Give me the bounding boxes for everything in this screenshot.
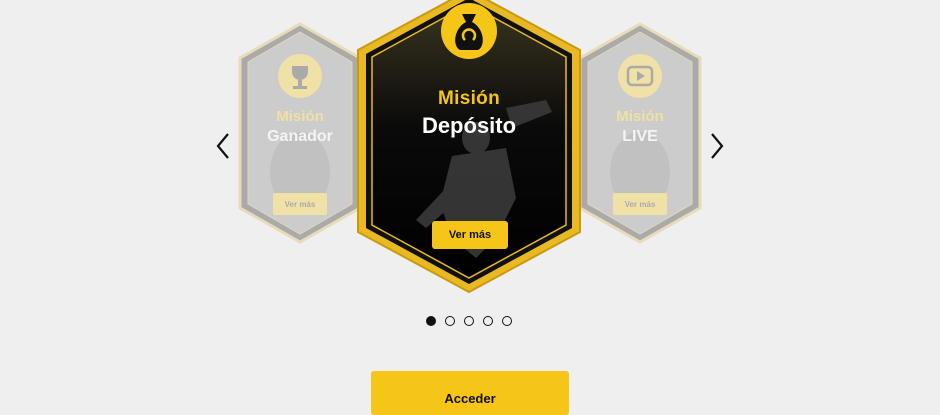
missions-carousel: Misión Ganador Ver más Misión LIVE Ver m… [0, 0, 940, 415]
ver-mas-button[interactable]: Ver más [613, 193, 667, 215]
money-bag-icon [440, 2, 498, 60]
trophy-icon [276, 52, 324, 100]
pagination-dot[interactable] [483, 316, 493, 326]
mission-card-title-1: Misión [438, 88, 500, 109]
mission-card-title-2: Depósito [421, 113, 517, 138]
mission-card-ganador[interactable]: Misión Ganador Ver más [238, 22, 362, 244]
mission-card-title-1: Misión [616, 108, 664, 125]
access-button[interactable]: Acceder [371, 371, 569, 415]
play-icon [616, 52, 664, 100]
carousel-next-arrow[interactable] [704, 130, 728, 162]
mission-card-deposito[interactable]: Misión Depósito Ver más [356, 0, 582, 294]
mission-card-title-2: Ganador [267, 128, 333, 145]
mission-card-title-2: LIVE [622, 128, 658, 145]
chevron-right-icon [711, 133, 724, 159]
carousel-pagination [426, 316, 512, 326]
mission-card-live[interactable]: Misión LIVE Ver más [578, 22, 702, 244]
ver-mas-button[interactable]: Ver más [273, 193, 327, 215]
ver-mas-button[interactable]: Ver más [432, 221, 508, 249]
pagination-dot[interactable] [464, 316, 474, 326]
pagination-dot[interactable] [426, 316, 436, 326]
chevron-left-icon [216, 133, 229, 159]
carousel-prev-arrow[interactable] [212, 130, 236, 162]
pagination-dot[interactable] [445, 316, 455, 326]
pagination-dot[interactable] [502, 316, 512, 326]
mission-card-title-1: Misión [276, 108, 324, 125]
